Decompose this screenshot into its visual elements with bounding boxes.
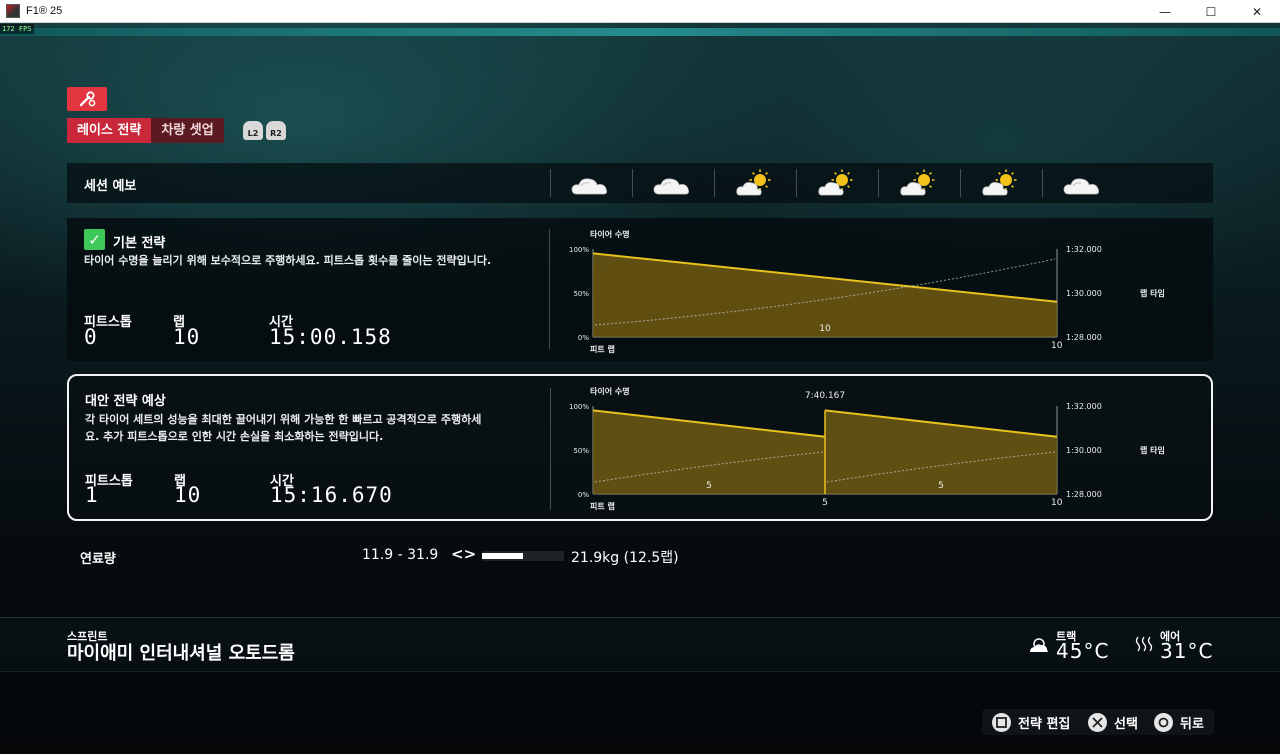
x-end-label: 10 <box>1051 341 1063 351</box>
edit-strategy-prompt[interactable]: 전략 편집 <box>992 713 1070 732</box>
select-prompt[interactable]: 선택 <box>1088 713 1138 732</box>
card-divider <box>550 388 551 510</box>
y-right-tick: 1:28.000 <box>1066 333 1102 342</box>
forecast-label: 세션 예보 <box>84 179 137 194</box>
strategy-description: 타이어 수명을 늘리기 위해 보수적으로 주행하세요. 피트스톱 횟수를 줄이는… <box>84 254 492 267</box>
y-left-tick: 0% <box>578 491 589 499</box>
back-label: 뒤로 <box>1180 717 1204 732</box>
fuel-slider-fill <box>482 553 523 559</box>
session-forecast-bar: 세션 예보 <box>67 163 1213 203</box>
y-right-title: 랩 타임 <box>1140 445 1165 455</box>
strategy-card-default[interactable]: ✓ 기본 전략 타이어 수명을 늘리기 위해 보수적으로 주행하세요. 피트스톱… <box>67 218 1213 361</box>
fuel-adjust-arrows-icon[interactable]: <> <box>451 545 476 563</box>
partly-sunny-icon <box>736 169 771 196</box>
forecast-separator <box>714 169 715 197</box>
time-value: 15:16.670 <box>270 483 393 507</box>
window-titlebar: F1® 25 — ☐ ✕ <box>0 0 1280 23</box>
fps-counter: 172 FPS <box>0 24 34 34</box>
track-temp-value: 45°C <box>1056 639 1110 663</box>
cloud-icon <box>1063 178 1099 195</box>
forecast-separator <box>1042 169 1043 197</box>
stint-lap-count-label: 5 <box>938 481 944 491</box>
tyre-life-chart: 100% 50% 0% 1:32.000 1:30.000 1:28.000 타이어 수명랩… <box>569 229 1165 354</box>
x-end-label: 10 <box>1051 498 1063 508</box>
fuel-slider[interactable] <box>482 551 564 561</box>
app-icon <box>6 4 20 18</box>
back-prompt[interactable]: 뒤로 <box>1154 713 1204 732</box>
edit-strategy-label: 전략 편집 <box>1018 717 1071 732</box>
y-right-tick: 1:30.000 <box>1066 289 1102 298</box>
cross-button-icon <box>1088 713 1107 732</box>
strategy-card-alternative[interactable]: 대안 전략 예상 각 타이어 세트의 성능을 최대한 끌어내기 위해 가능한 한… <box>67 374 1213 521</box>
y-right-tick: 1:32.000 <box>1066 402 1102 411</box>
pitstops-value: 0 <box>84 325 98 349</box>
checkmark-icon: ✓ <box>84 229 105 250</box>
strategy-title: 대안 전략 예상 <box>85 394 166 409</box>
circle-button-icon <box>1154 713 1173 732</box>
time-value: 15:00.158 <box>269 325 392 349</box>
y-left-tick: 50% <box>573 290 589 298</box>
partly-sunny-icon <box>982 169 1017 196</box>
select-label: 선택 <box>1114 717 1138 732</box>
air-temp-value: 31°C <box>1160 639 1214 663</box>
forecast-separator <box>796 169 797 197</box>
wrench-icon <box>67 87 107 111</box>
button-prompts: 전략 편집 선택 뒤로 <box>982 709 1214 735</box>
fuel-label: 연료량 <box>80 552 116 567</box>
y-right-tick: 1:32.000 <box>1066 245 1102 254</box>
y-right-tick: 1:28.000 <box>1066 490 1102 499</box>
forecast-separator <box>550 169 551 197</box>
fuel-amount: 21.9kg (12.5랩) <box>571 550 679 566</box>
y-right-tick: 1:30.000 <box>1066 446 1102 455</box>
x-axis-title: 피트 랩 <box>590 501 615 511</box>
partly-sunny-icon <box>900 169 935 196</box>
forecast-separator <box>878 169 879 197</box>
cloud-icon <box>571 178 607 195</box>
forecast-separator <box>960 169 961 197</box>
y-left-title: 타이어 수명 <box>590 386 630 396</box>
track-name: 마이애미 인터내셔널 오토드롬 <box>67 643 295 664</box>
tab-race-strategy[interactable]: 레이스 전략 <box>67 118 152 143</box>
forecast-separator <box>632 169 633 197</box>
l2-button-icon[interactable]: L2 <box>243 121 263 140</box>
laps-value: 10 <box>174 483 202 507</box>
partly-sunny-icon <box>818 169 853 196</box>
laps-value: 10 <box>173 325 201 349</box>
x-axis-title: 피트 랩 <box>590 344 615 354</box>
strategy-description: 각 타이어 세트의 성능을 최대한 끌어내기 위해 가능한 한 빠르고 공격적으… <box>85 413 482 443</box>
stint-lap-count-label: 5 <box>706 481 712 491</box>
y-left-title: 타이어 수명 <box>590 229 630 239</box>
y-left-tick: 0% <box>578 334 589 342</box>
cloud-icon <box>653 178 689 195</box>
y-right-title: 랩 타임 <box>1140 288 1165 298</box>
tab-bar: 레이스 전략 차량 셋업 <box>67 118 224 143</box>
close-button[interactable]: ✕ <box>1234 0 1280 23</box>
window-title: F1® 25 <box>26 5 63 17</box>
minimize-button[interactable]: — <box>1142 0 1188 23</box>
fuel-range: 11.9 - 31.9 <box>362 547 439 563</box>
tab-car-setup[interactable]: 차량 셋업 <box>151 118 224 143</box>
y-left-tick: 100% <box>569 246 589 254</box>
r2-button-icon[interactable]: R2 <box>266 121 286 140</box>
pitstops-value: 1 <box>85 483 99 507</box>
y-left-tick: 100% <box>569 403 589 411</box>
maximize-button[interactable]: ☐ <box>1188 0 1234 23</box>
track-temp-cloud-icon <box>1030 638 1048 652</box>
card-divider <box>549 229 550 349</box>
header-accent-line <box>0 28 1280 36</box>
pit-lap-label: 5 <box>822 498 828 508</box>
air-temp-heat-icon <box>1135 636 1153 652</box>
pit-time-label: 7:40.167 <box>805 391 845 401</box>
strategy-title: 기본 전략 <box>113 236 166 251</box>
stint-lap-count-label: 10 <box>819 324 831 334</box>
window-controls: — ☐ ✕ <box>1142 0 1280 23</box>
square-button-icon <box>992 713 1011 732</box>
y-left-tick: 50% <box>573 447 589 455</box>
tyre-life-chart: 100% 50% 0% 1:32.000 1:30.000 1:28.000 타이어 수명랩… <box>569 386 1165 511</box>
